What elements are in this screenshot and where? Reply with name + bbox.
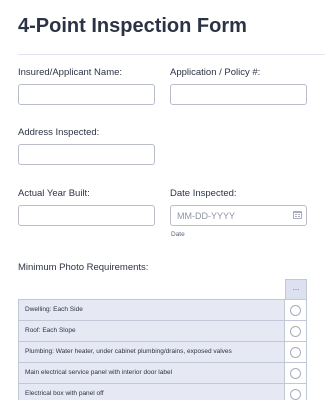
electrical-panel-radio[interactable] [290,367,301,379]
matrix-row: Plumbing: Water heater, under cabinet pl… [19,342,306,363]
matrix-cell [284,363,306,383]
matrix-row-label: Dwelling: Each Side [25,306,83,313]
matrix-column-header: ... [285,279,307,299]
matrix-row-label: Plumbing: Water heater, under cabinet pl… [25,348,232,355]
year-built-input[interactable] [18,205,155,226]
matrix-header: ... [18,279,307,299]
matrix-cell [284,300,306,320]
matrix-rows: Dwelling: Each Side Roof: Each Slope Plu… [18,299,307,400]
matrix-row: Roof: Each Slope [19,321,306,342]
matrix-row: Dwelling: Each Side [19,300,306,321]
calendar-icon[interactable] [293,211,302,219]
year-built-label: Actual Year Built: [18,188,90,199]
matrix-row: Main electrical service panel with inter… [19,363,306,384]
plumbing-radio[interactable] [290,346,301,358]
matrix-cell [284,384,306,400]
matrix-row-label: Electrical box with panel off [25,390,104,397]
electrical-box-radio[interactable] [290,388,301,400]
title-divider [18,54,325,55]
matrix-row-label: Main electrical service panel with inter… [25,369,173,376]
matrix-row-label: Roof: Each Slope [25,327,76,334]
address-label: Address Inspected: [18,127,100,138]
matrix-cell [284,342,306,362]
photo-requirements-label: Minimum Photo Requirements: [18,262,149,273]
photo-requirements-matrix: ... Dwelling: Each Side Roof: Each Slope… [18,279,307,400]
form-title: 4-Point Inspection Form [18,15,247,37]
policy-number-input[interactable] [170,84,307,105]
matrix-row: Electrical box with panel off [19,384,306,400]
policy-number-label: Application / Policy #: [170,67,261,78]
insured-name-label: Insured/Applicant Name: [18,67,123,78]
date-inspected-input[interactable] [170,205,307,226]
form-page: 4-Point Inspection Form Insured/Applican… [0,0,325,400]
date-sublabel: Date [171,231,185,238]
dwelling-radio[interactable] [290,304,301,316]
matrix-cell [284,321,306,341]
insured-name-input[interactable] [18,84,155,105]
date-inspected-label: Date Inspected: [170,188,237,199]
roof-radio[interactable] [290,325,301,337]
address-input[interactable] [18,144,155,165]
